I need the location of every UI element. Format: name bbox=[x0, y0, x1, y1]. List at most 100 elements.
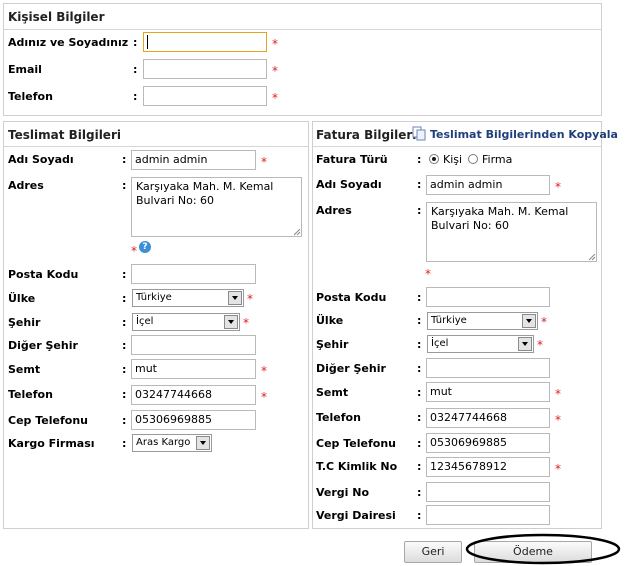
chevron-down-icon[interactable] bbox=[522, 314, 536, 328]
colon: : bbox=[122, 179, 127, 192]
colon: : bbox=[417, 460, 422, 473]
fullname-label: Adınız ve Soyadınız bbox=[8, 36, 129, 49]
billing-tc-input[interactable]: 12345678912 bbox=[426, 457, 550, 477]
billing-phone-label: Telefon bbox=[316, 411, 361, 424]
colon: : bbox=[122, 437, 127, 450]
billing-address-textarea[interactable]: Karşıyaka Mah. M. Kemal Bulvari No: 60 bbox=[426, 202, 597, 262]
billing-city-select[interactable]: İçel bbox=[427, 335, 534, 353]
billing-name-input[interactable]: admin admin bbox=[426, 175, 550, 195]
shipping-name-input[interactable]: admin admin bbox=[131, 150, 256, 170]
shipping-city-select[interactable]: İçel bbox=[132, 313, 240, 331]
shipping-district-label: Semt bbox=[8, 363, 41, 376]
colon: : bbox=[122, 339, 127, 352]
shipping-mobile-input[interactable]: 05306969885 bbox=[131, 410, 256, 430]
phone-input[interactable] bbox=[143, 86, 267, 106]
colon: : bbox=[122, 363, 127, 376]
required-mark: * bbox=[541, 315, 547, 329]
required-mark: * bbox=[272, 37, 278, 51]
fullname-input[interactable] bbox=[143, 32, 267, 52]
help-icon[interactable]: ? bbox=[139, 241, 151, 253]
colon: : bbox=[417, 386, 422, 399]
billing-mobile-input[interactable]: 05306969885 bbox=[426, 433, 550, 453]
required-mark: * bbox=[425, 267, 431, 281]
shipping-phone-input[interactable]: 03247744668 bbox=[131, 385, 256, 405]
billing-tax-no-input[interactable] bbox=[426, 482, 550, 502]
required-mark: * bbox=[261, 155, 267, 169]
text-caret bbox=[147, 35, 148, 49]
shipping-cargo-select[interactable]: Aras Kargo bbox=[132, 434, 212, 452]
billing-type-company-label[interactable]: Firma bbox=[482, 153, 512, 166]
required-mark: * bbox=[131, 244, 137, 258]
billing-phone-input[interactable]: 03247744668 bbox=[426, 408, 550, 428]
colon: : bbox=[122, 153, 127, 166]
selected-value: İçel bbox=[136, 316, 154, 327]
billing-country-label: Ülke bbox=[316, 314, 344, 327]
required-mark: * bbox=[247, 292, 253, 306]
copy-from-shipping-link[interactable]: Teslimat Bilgilerinden Kopyala bbox=[430, 128, 618, 141]
divider bbox=[313, 146, 601, 147]
colon: : bbox=[417, 362, 422, 375]
billing-title: Fatura Bilgileri bbox=[316, 128, 417, 142]
colon: : bbox=[417, 178, 422, 191]
highlight-ellipse bbox=[465, 533, 621, 565]
colon: : bbox=[122, 316, 127, 329]
billing-type-person-radio[interactable] bbox=[429, 154, 439, 164]
divider bbox=[4, 146, 308, 147]
selected-value: Türkiye bbox=[431, 315, 467, 326]
shipping-postal-label: Posta Kodu bbox=[8, 268, 79, 281]
colon: : bbox=[417, 153, 422, 166]
chevron-down-icon[interactable] bbox=[228, 291, 242, 305]
resize-grip-icon[interactable] bbox=[589, 254, 596, 261]
shipping-other-city-label: Diğer Şehir bbox=[8, 339, 78, 352]
colon: : bbox=[417, 411, 422, 424]
billing-type-person-label[interactable]: Kişi bbox=[443, 153, 462, 166]
billing-tax-office-input[interactable] bbox=[426, 505, 550, 525]
copy-icon[interactable] bbox=[412, 126, 426, 141]
colon: : bbox=[417, 314, 422, 327]
shipping-country-select[interactable]: Türkiye bbox=[132, 289, 244, 307]
shipping-other-city-input[interactable] bbox=[131, 335, 256, 355]
selected-value: İçel bbox=[431, 338, 449, 349]
resize-grip-icon[interactable] bbox=[294, 229, 301, 236]
billing-tc-label: T.C Kimlik No bbox=[316, 460, 398, 473]
required-mark: * bbox=[555, 462, 561, 476]
colon: : bbox=[133, 36, 138, 49]
billing-postal-label: Posta Kodu bbox=[316, 291, 387, 304]
billing-country-select[interactable]: Türkiye bbox=[427, 312, 538, 330]
shipping-mobile-label: Cep Telefonu bbox=[8, 414, 88, 427]
email-label: Email bbox=[8, 63, 42, 76]
required-mark: * bbox=[243, 316, 249, 330]
chevron-down-icon[interactable] bbox=[518, 337, 532, 351]
shipping-country-label: Ülke bbox=[8, 292, 36, 305]
required-mark: * bbox=[261, 364, 267, 378]
colon: : bbox=[122, 292, 127, 305]
chevron-down-icon[interactable] bbox=[224, 315, 238, 329]
billing-type-company-radio[interactable] bbox=[468, 154, 478, 164]
colon: : bbox=[122, 388, 127, 401]
selected-value: Türkiye bbox=[136, 292, 172, 303]
billing-name-label: Adı Soyadı bbox=[316, 178, 382, 191]
required-mark: * bbox=[272, 64, 278, 78]
chevron-down-icon[interactable] bbox=[196, 436, 210, 450]
billing-mobile-label: Cep Telefonu bbox=[316, 437, 396, 450]
shipping-address-label: Adres bbox=[8, 179, 44, 192]
required-mark: * bbox=[261, 390, 267, 404]
billing-postal-input[interactable] bbox=[426, 287, 550, 307]
required-mark: * bbox=[555, 180, 561, 194]
required-mark: * bbox=[555, 413, 561, 427]
colon: : bbox=[417, 509, 422, 522]
shipping-city-label: Şehir bbox=[8, 316, 41, 329]
shipping-district-input[interactable]: mut bbox=[131, 359, 256, 379]
billing-other-city-input[interactable] bbox=[426, 358, 550, 378]
shipping-postal-input[interactable] bbox=[131, 264, 256, 284]
required-mark: * bbox=[272, 91, 278, 105]
shipping-address-textarea[interactable]: Karşıyaka Mah. M. Kemal Bulvari No: 60 bbox=[131, 177, 302, 237]
back-button[interactable]: Geri bbox=[404, 541, 462, 563]
billing-district-input[interactable]: mut bbox=[426, 382, 550, 402]
personal-info-title: Kişisel Bilgiler bbox=[8, 10, 105, 24]
email-input[interactable] bbox=[143, 59, 267, 79]
billing-district-label: Semt bbox=[316, 386, 349, 399]
billing-type-label: Fatura Türü bbox=[316, 153, 388, 166]
billing-other-city-label: Diğer Şehir bbox=[316, 362, 386, 375]
billing-address-label: Adres bbox=[316, 204, 352, 217]
